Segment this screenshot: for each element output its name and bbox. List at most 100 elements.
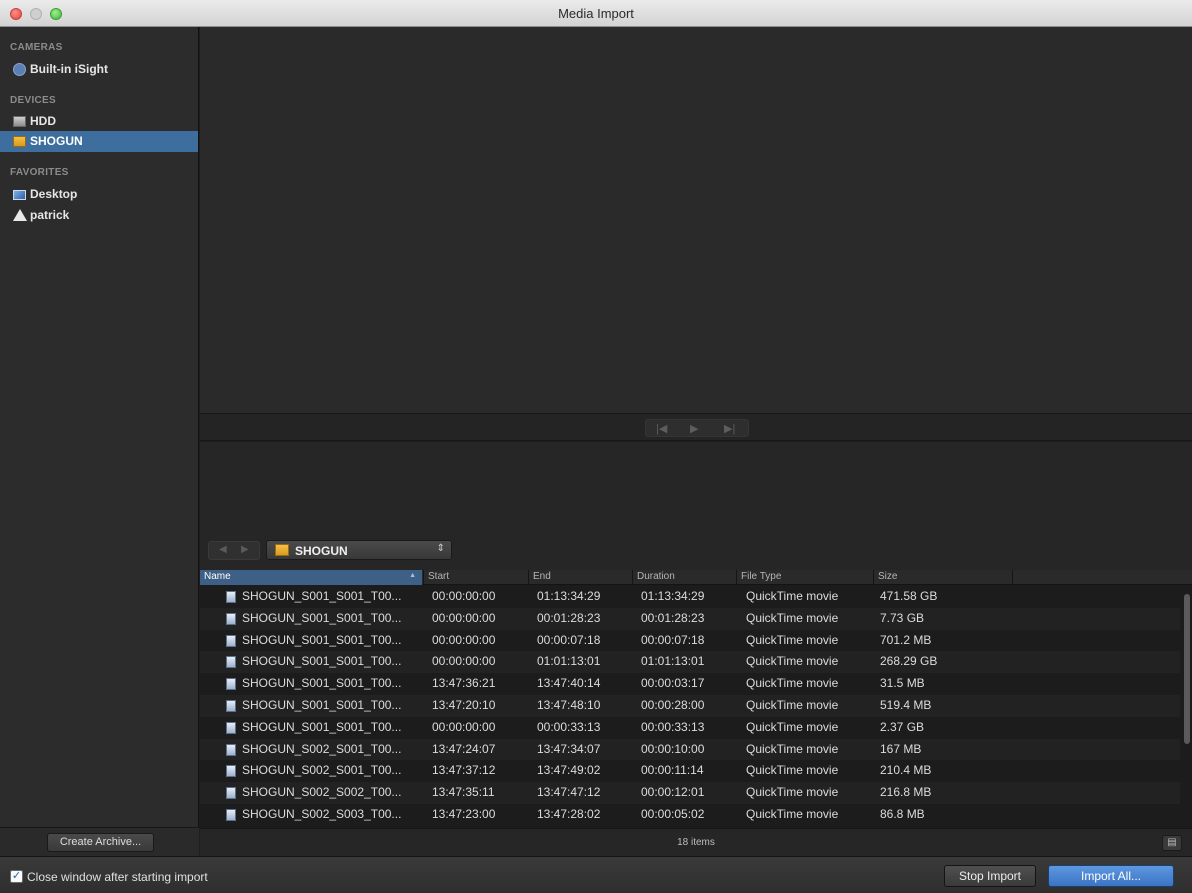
filmstrip-icon: ▤ — [1167, 837, 1177, 848]
movie-file-icon — [226, 699, 236, 712]
sort-ascending-icon: ▲ — [409, 572, 416, 579]
column-header-end[interactable]: End — [533, 571, 551, 582]
cell-name: SHOGUN_S001_S001_T00... — [242, 632, 402, 647]
cell-end: 13:47:47:12 — [537, 785, 601, 800]
cell-end: 00:01:28:23 — [537, 610, 601, 625]
cell-end: 13:47:28:02 — [537, 806, 601, 821]
table-body: SHOGUN_S001_S001_T00... 00:00:00:00 01:13:… — [200, 586, 1180, 826]
external-drive-icon — [13, 136, 26, 147]
column-header-file-type[interactable]: File Type — [741, 571, 781, 582]
item-count: 18 items — [677, 837, 715, 848]
cell-name: SHOGUN_S002_S001_T00... — [242, 763, 402, 778]
table-row[interactable]: SHOGUN_S001_S001_T00... 00:00:00:00 01:01:… — [200, 651, 1180, 674]
column-divider[interactable] — [873, 570, 874, 585]
column-divider[interactable] — [632, 570, 633, 585]
back-arrow-icon[interactable]: ◀ — [219, 544, 227, 555]
cell-start: 13:47:24:07 — [432, 741, 496, 756]
section-heading-favorites: FAVORITES — [10, 167, 69, 178]
stop-import-button[interactable]: Stop Import — [944, 865, 1036, 887]
table-row[interactable]: SHOGUN_S001_S001_T00... 00:00:00:00 00:00:… — [200, 630, 1180, 652]
table-row[interactable]: SHOGUN_S001_S001_T00... 13:47:36:21 13:47:… — [200, 673, 1180, 695]
cell-name: SHOGUN_S002_S002_T00... — [242, 785, 402, 800]
file-table: Name ▲ Start End Duration File Type Size… — [200, 570, 1192, 828]
create-archive-button[interactable]: Create Archive... — [47, 833, 154, 852]
sidebar-footer: Create Archive... — [0, 827, 199, 856]
column-header-label: Name — [204, 571, 231, 582]
movie-file-icon — [226, 743, 236, 756]
close-window-checkbox[interactable]: ✓ — [10, 870, 23, 883]
column-divider[interactable] — [423, 570, 424, 585]
sidebar-item-shogun[interactable]: SHOGUN — [0, 131, 198, 152]
table-footer: 18 items ▤ — [200, 828, 1192, 856]
column-divider[interactable] — [736, 570, 737, 585]
sidebar-item-hdd[interactable]: HDD — [0, 111, 198, 132]
cell-duration: 00:00:05:02 — [641, 806, 705, 821]
sidebar-item-patrick[interactable]: patrick — [0, 205, 198, 226]
vertical-scrollbar[interactable] — [1182, 586, 1192, 828]
section-heading-devices: DEVICES — [10, 95, 57, 106]
transport-controls: |◀ ▶ ▶| — [645, 419, 749, 437]
table-row[interactable]: SHOGUN_S001_S001_T00... 00:00:00:00 00:01:… — [200, 607, 1180, 630]
movie-file-icon — [226, 591, 236, 603]
hard-drive-icon — [13, 116, 26, 127]
cell-file-type: QuickTime movie — [746, 654, 839, 669]
preview-viewer — [200, 27, 1192, 413]
scrollbar-thumb[interactable] — [1184, 594, 1190, 744]
movie-file-icon — [226, 656, 236, 669]
sidebar-item-desktop[interactable]: Desktop — [0, 184, 198, 205]
cell-file-type: QuickTime movie — [746, 676, 839, 691]
browser-toolbar: ◀ ▶ SHOGUN ⇕ — [200, 530, 1192, 570]
cell-size: 86.8 MB — [880, 806, 925, 821]
cell-duration: 00:01:28:23 — [641, 610, 705, 625]
cell-start: 00:00:00:00 — [432, 719, 496, 734]
sidebar-item-label: SHOGUN — [30, 134, 83, 148]
cell-duration: 00:00:33:13 — [641, 719, 705, 734]
cell-name: SHOGUN_S001_S001_T00... — [242, 676, 402, 691]
cell-file-type: QuickTime movie — [746, 806, 839, 821]
section-heading-cameras: CAMERAS — [10, 42, 63, 53]
forward-arrow-icon[interactable]: ▶ — [241, 544, 249, 555]
cell-name: SHOGUN_S001_S001_T00... — [242, 697, 402, 712]
cell-end: 00:00:33:13 — [537, 719, 601, 734]
cell-end: 01:13:34:29 — [537, 589, 601, 603]
go-to-end-icon[interactable]: ▶| — [724, 422, 735, 435]
table-row[interactable]: SHOGUN_S002_S002_T00... 13:47:35:11 13:47:… — [200, 782, 1180, 804]
sidebar-item-label: Desktop — [30, 187, 78, 201]
table-row[interactable]: SHOGUN_S002_S001_T00... 13:47:37:12 13:47:… — [200, 760, 1180, 782]
cell-name: SHOGUN_S001_S001_T00... — [242, 589, 402, 603]
cell-size: 701.2 MB — [880, 632, 932, 647]
cell-size: 519.4 MB — [880, 697, 932, 712]
cell-duration: 00:00:03:17 — [641, 676, 705, 691]
table-row[interactable]: SHOGUN_S001_S001_T00... 00:00:00:00 00:00:… — [200, 717, 1180, 739]
sidebar-item-label: patrick — [30, 208, 70, 222]
table-row[interactable]: SHOGUN_S001_S001_T00... 00:00:00:00 01:13:… — [200, 586, 1180, 608]
table-row[interactable]: SHOGUN_S001_S001_T00... 13:47:20:10 13:47:… — [200, 694, 1180, 717]
cell-size: 2.37 GB — [880, 719, 925, 734]
import-all-button[interactable]: Import All... — [1048, 865, 1174, 887]
filmstrip-area — [200, 442, 1192, 530]
column-divider[interactable] — [528, 570, 529, 585]
cell-end: 01:01:13:01 — [537, 654, 601, 669]
cell-end: 13:47:49:02 — [537, 763, 601, 778]
column-header-name[interactable]: Name ▲ — [200, 570, 422, 585]
column-header-size[interactable]: Size — [878, 571, 897, 582]
play-icon[interactable]: ▶ — [690, 422, 698, 435]
column-header-duration[interactable]: Duration — [637, 571, 675, 582]
filmstrip-view-toggle[interactable]: ▤ — [1162, 835, 1182, 851]
column-divider[interactable] — [1012, 570, 1013, 585]
table-row[interactable]: SHOGUN_S002_S003_T00... 13:47:23:00 13:47:… — [200, 804, 1180, 826]
sidebar-item-built-in-isight[interactable]: Built-in iSight — [0, 59, 198, 80]
cell-duration: 00:00:28:00 — [641, 697, 705, 712]
cell-file-type: QuickTime movie — [746, 697, 839, 712]
cell-file-type: QuickTime movie — [746, 719, 839, 734]
cell-name: SHOGUN_S002_S003_T00... — [242, 806, 402, 821]
cell-file-type: QuickTime movie — [746, 589, 839, 603]
location-popup[interactable]: SHOGUN ⇕ — [266, 540, 452, 560]
column-header-start[interactable]: Start — [428, 571, 449, 582]
cell-size: 268.29 GB — [880, 654, 938, 669]
table-row[interactable]: SHOGUN_S002_S001_T00... 13:47:24:07 13:47:… — [200, 738, 1180, 761]
cell-start: 13:47:20:10 — [432, 697, 496, 712]
go-to-start-icon[interactable]: |◀ — [656, 422, 667, 435]
navigation-buttons: ◀ ▶ — [208, 541, 260, 560]
movie-file-icon — [226, 808, 236, 821]
